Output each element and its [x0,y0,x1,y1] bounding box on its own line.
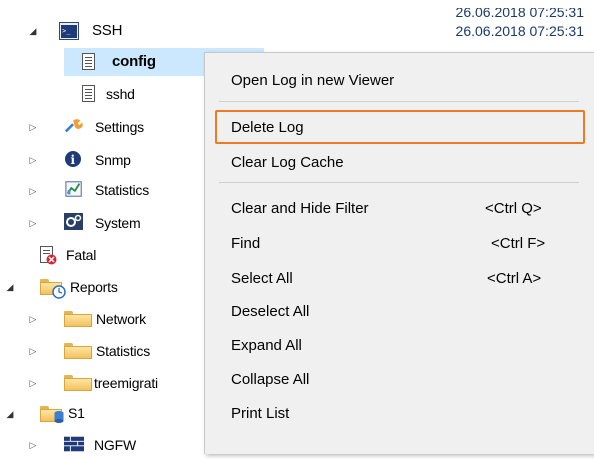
menu-item-print-list[interactable]: Print List [215,398,585,428]
gears-icon [64,213,83,230]
tree-item-label: System [95,215,141,231]
menu-item-label: Clear Log Cache [231,153,344,171]
statistics-icon [65,181,82,197]
log-file-icon [82,53,95,70]
timestamp-cell: 26.06.2018 07:25:31 [455,23,584,39]
menu-separator [219,101,579,102]
collapsed-arrow-icon[interactable]: ▷ [28,346,38,356]
tree-item-label: Settings [95,119,144,135]
log-file-icon [82,85,95,102]
menu-item-deselect-all[interactable]: Deselect All [215,296,585,326]
expanded-arrow-icon[interactable]: ◢ [5,409,15,419]
collapsed-arrow-icon[interactable]: ▷ [28,122,38,132]
tree-item-label: Reports [70,279,118,295]
menu-item-shortcut: <Ctrl Q> [485,199,542,217]
firewall-icon [64,436,84,452]
menu-item-label: Delete Log [231,118,304,136]
collapsed-arrow-icon[interactable]: ▷ [28,440,38,450]
collapsed-arrow-icon[interactable]: ▷ [28,314,38,324]
tree-item-label: Network [96,311,146,327]
menu-item-label: Select All [231,269,293,287]
tree-item-label: SSH [92,22,123,39]
info-icon: i [65,151,81,167]
menu-item-select-all[interactable]: Select All <Ctrl A> [215,263,585,293]
folder-icon [64,375,92,391]
menu-item-label: Clear and Hide Filter [231,199,369,217]
tree-item-label: treemigrati [94,375,158,391]
collapsed-arrow-icon[interactable]: ▷ [28,155,38,165]
menu-item-shortcut: <Ctrl A> [487,269,542,287]
tree-item-label: Statistics [96,343,151,359]
menu-item-clear-hide-filter[interactable]: Clear and Hide Filter <Ctrl Q> [215,193,585,223]
fatal-log-icon [40,246,60,266]
menu-item-delete-log[interactable]: Delete Log [215,110,585,144]
expanded-arrow-icon[interactable]: ◢ [28,26,38,36]
collapsed-arrow-icon[interactable]: ▷ [28,378,38,388]
menu-item-collapse-all[interactable]: Collapse All [215,364,585,394]
tree-item-label: Snmp [95,152,131,168]
menu-item-label: Find [231,234,261,252]
menu-item-expand-all[interactable]: Expand All [215,330,585,360]
settings-icon [64,119,83,133]
menu-item-label: Expand All [231,336,302,354]
collapsed-arrow-icon[interactable]: ▷ [28,218,38,228]
svg-text:>_: >_ [62,27,71,35]
tree-item-label: Fatal [66,247,97,263]
tree-item-label: config [112,53,156,70]
clock-icon [52,285,66,299]
tree-item-label: NGFW [94,437,136,453]
tree-item-label: S1 [68,405,85,421]
menu-item-open-log-new-viewer[interactable]: Open Log in new Viewer [215,65,585,95]
tree-item-label: Statistics [95,182,150,198]
expanded-arrow-icon[interactable]: ◢ [5,282,15,292]
menu-item-label: Deselect All [231,302,310,320]
timestamp-cell: 26.06.2018 07:25:31 [455,4,584,20]
menu-item-find[interactable]: Find <Ctrl F> [215,228,585,258]
menu-item-clear-log-cache[interactable]: Clear Log Cache [215,147,585,177]
menu-item-label: Open Log in new Viewer [231,71,395,89]
folder-icon [64,311,92,327]
menu-item-shortcut: <Ctrl F> [491,234,546,252]
collapsed-arrow-icon[interactable]: ▷ [28,186,38,196]
tree-item-label: sshd [106,86,135,102]
svg-text:i: i [71,153,76,167]
context-menu: Open Log in new Viewer Delete Log Clear … [204,52,594,454]
menu-item-label: Collapse All [231,370,310,388]
menu-separator [219,182,579,183]
terminal-icon: >_ [59,22,79,40]
database-icon [54,411,64,423]
tree-item-ssh[interactable]: ◢ >_ SSH [0,17,420,45]
menu-item-label: Print List [231,404,290,422]
folder-icon [64,343,92,359]
